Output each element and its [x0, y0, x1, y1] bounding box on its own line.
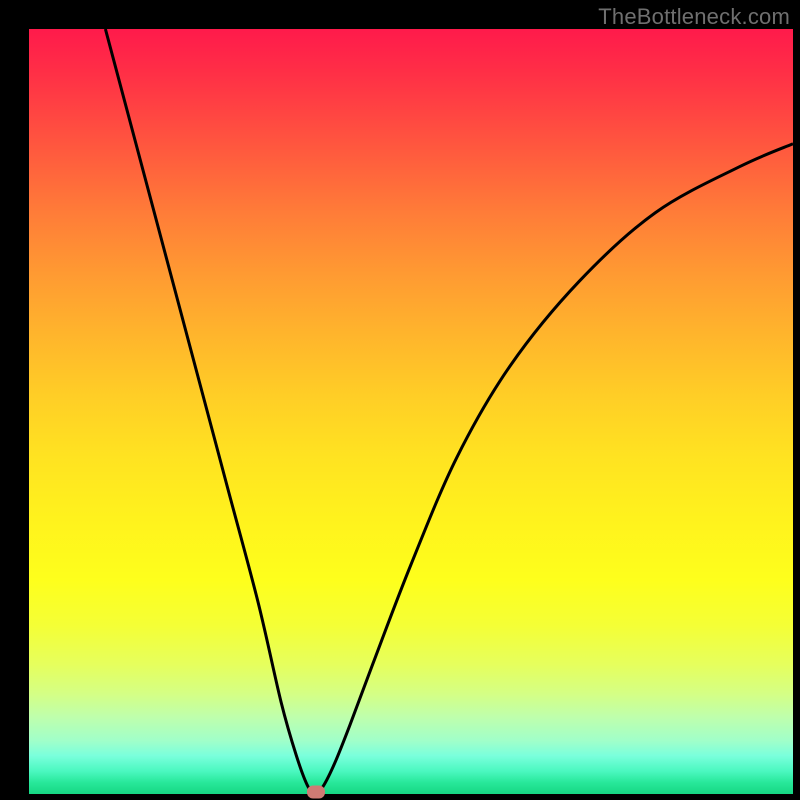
watermark-text: TheBottleneck.com — [598, 4, 790, 30]
plot-area — [29, 29, 793, 794]
curve-path — [105, 29, 793, 794]
chart-container: TheBottleneck.com — [0, 0, 800, 800]
optimal-point-marker — [307, 785, 325, 798]
bottleneck-curve — [29, 29, 793, 794]
